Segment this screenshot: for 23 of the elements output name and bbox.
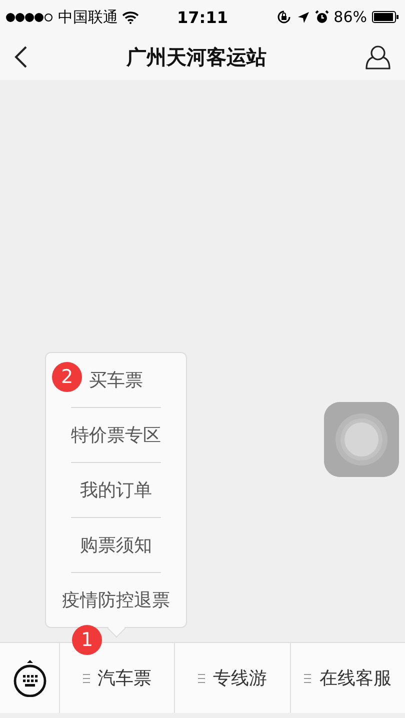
signal-icon bbox=[6, 12, 54, 22]
menu-item[interactable]: 疫情防控退票 bbox=[62, 588, 170, 612]
menu-item[interactable]: 买车票 bbox=[89, 368, 143, 392]
back-icon[interactable] bbox=[14, 45, 28, 69]
menu-tab[interactable]: 在线客服 bbox=[290, 643, 405, 713]
battery-percent: 86% bbox=[334, 8, 367, 26]
menu-item[interactable]: 我的订单 bbox=[80, 478, 152, 502]
menu-item[interactable]: 购票须知 bbox=[80, 533, 152, 557]
keyboard-icon[interactable] bbox=[12, 659, 48, 697]
menu-icon bbox=[198, 674, 205, 682]
menu-icon bbox=[304, 674, 312, 682]
person-icon[interactable] bbox=[365, 44, 391, 70]
menu-item[interactable]: 特价票专区 bbox=[71, 423, 161, 447]
alarm-icon bbox=[314, 10, 329, 24]
menu-tab[interactable]: 专线游 bbox=[175, 643, 291, 713]
status-time: 17:11 bbox=[177, 8, 228, 26]
location-icon bbox=[296, 10, 310, 24]
window-title: 广州天河客运站 bbox=[126, 44, 266, 70]
menu-icon bbox=[82, 674, 90, 682]
battery-icon bbox=[372, 11, 399, 23]
wifi-icon bbox=[122, 10, 139, 24]
carrier-name: 中国联通 bbox=[58, 8, 118, 26]
rotation-lock-icon bbox=[276, 9, 292, 25]
